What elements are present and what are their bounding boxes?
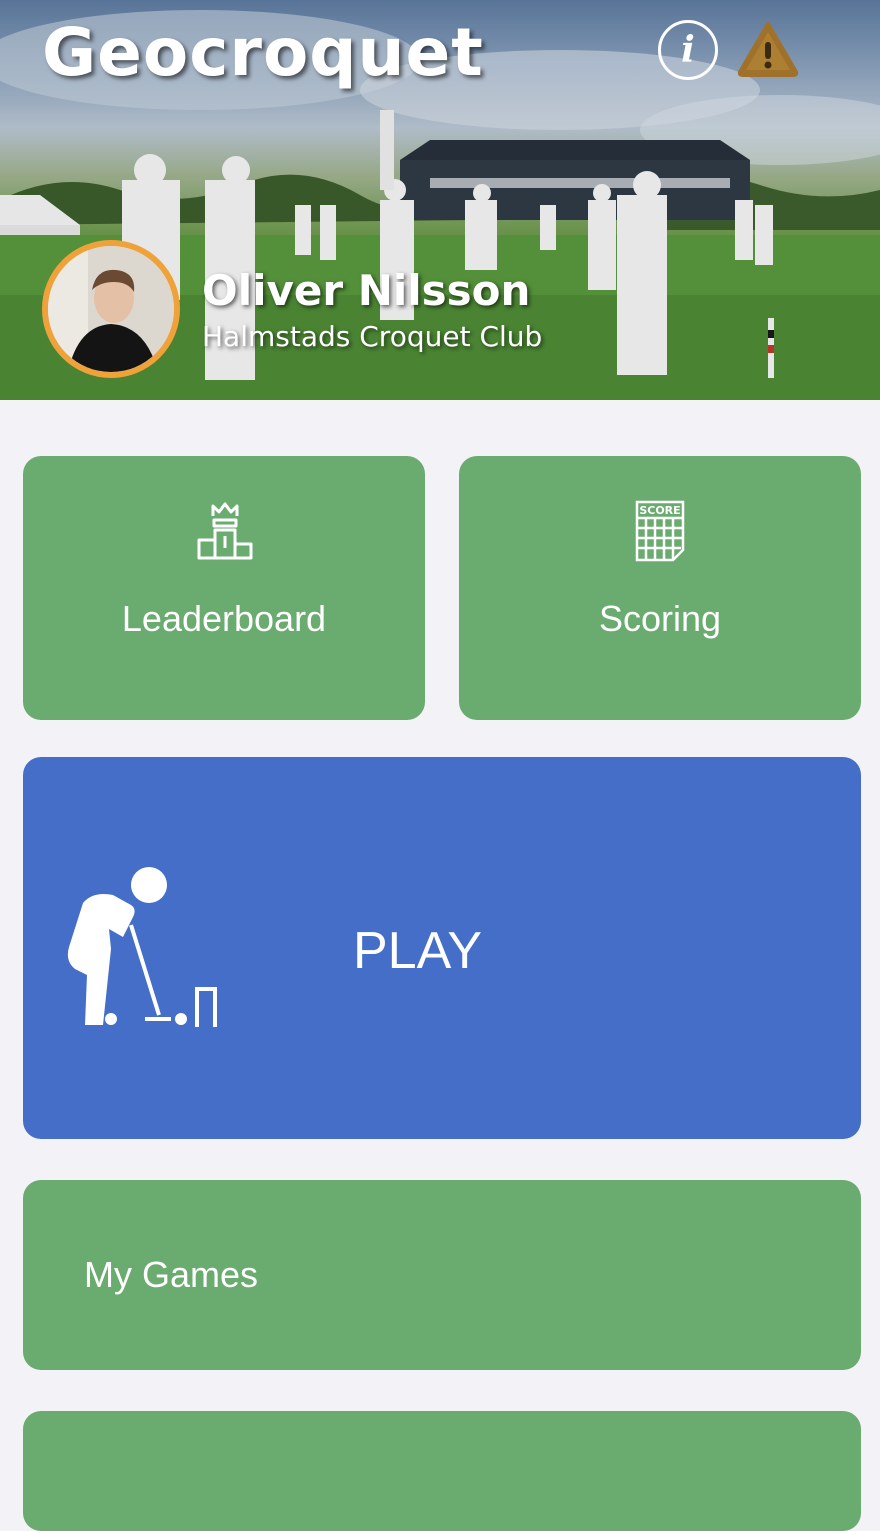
scoring-button[interactable]: SCORE Scoring <box>459 456 861 720</box>
croquet-player-icon <box>67 867 217 1027</box>
avatar-photo <box>48 246 174 372</box>
more-tile[interactable] <box>23 1411 861 1531</box>
scoring-label: Scoring <box>598 598 722 639</box>
my-games-button[interactable]: My Games <box>23 1180 861 1370</box>
leaderboard-label: Leaderboard <box>121 598 327 639</box>
user-name: Oliver Nilsson <box>202 266 531 315</box>
my-games-label: My Games <box>84 1254 259 1295</box>
play-button[interactable]: PLAY <box>23 757 861 1139</box>
avatar[interactable] <box>42 240 180 378</box>
club-name: Halmstads Croquet Club <box>202 320 543 353</box>
scorecard-icon: SCORE <box>635 500 685 562</box>
warning-icon[interactable] <box>736 20 800 78</box>
podium-icon <box>197 502 253 560</box>
info-icon[interactable]: i <box>658 20 718 80</box>
leaderboard-button[interactable]: Leaderboard <box>23 456 425 720</box>
play-label: PLAY <box>353 922 483 980</box>
app-title: Geocroquet <box>42 14 484 91</box>
scorecard-icon-text: SCORE <box>639 504 680 517</box>
header-banner: Geocroquet i Oliver Nilsson Halmstads Cr… <box>0 0 880 400</box>
